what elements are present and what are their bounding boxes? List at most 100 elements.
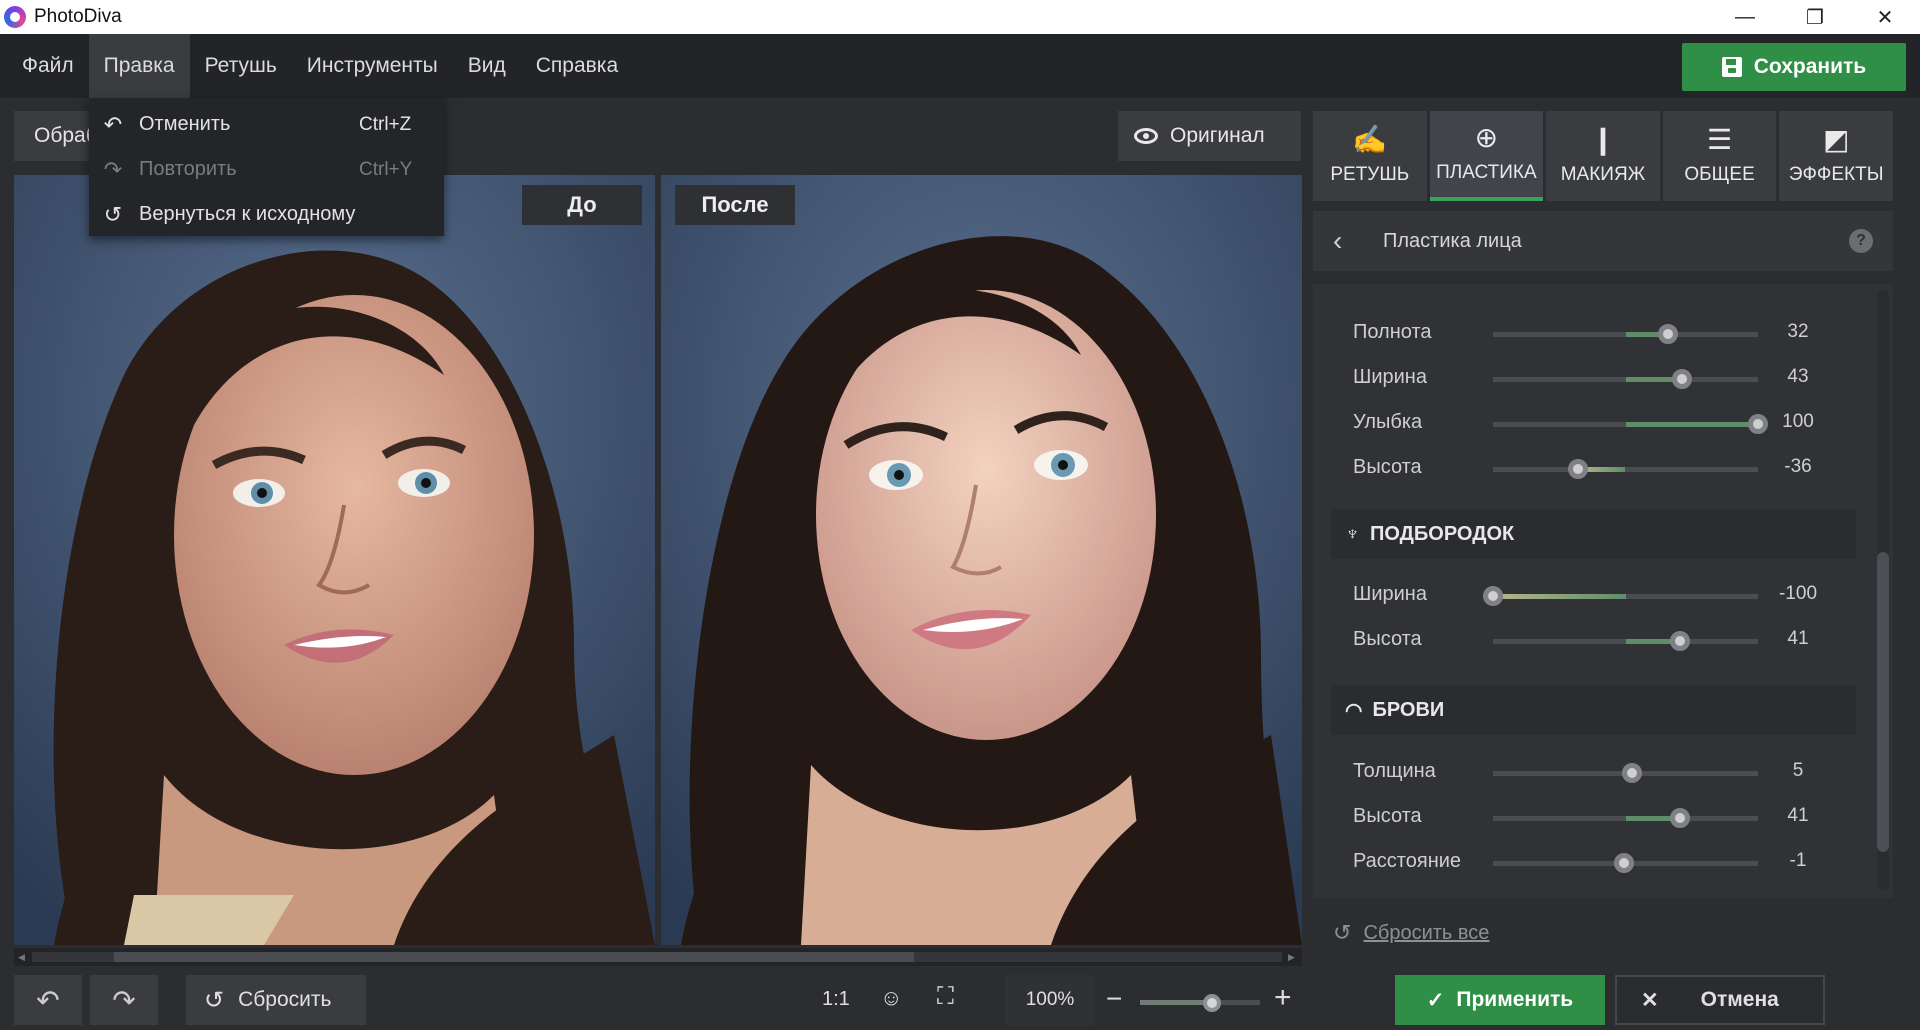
- after-label: После: [675, 185, 795, 225]
- panel-scroll-thumb[interactable]: [1877, 552, 1889, 852]
- tab-plastic[interactable]: ⊕ ПЛАСТИКА: [1429, 111, 1544, 201]
- makeup-icon: ❙: [1591, 124, 1615, 155]
- scroll-left-icon[interactable]: ◀: [18, 952, 28, 962]
- slider-label: Полнота: [1353, 321, 1432, 343]
- tab-label: ЭФФЕКТЫ: [1788, 164, 1884, 185]
- zoom-slider-knob[interactable]: [1203, 994, 1221, 1012]
- fit-screen-icon[interactable]: ⛶: [937, 983, 954, 1011]
- slider-brows-distance: Расстояние -1: [1313, 842, 1873, 882]
- undo-icon: ↶: [36, 984, 60, 1016]
- check-icon: ✓: [1426, 988, 1445, 1012]
- save-button[interactable]: Сохранить: [1682, 43, 1906, 91]
- cancel-button[interactable]: ✕ Отмена: [1615, 975, 1825, 1025]
- slider-track[interactable]: [1483, 586, 1758, 606]
- menu-help[interactable]: Справка: [521, 34, 633, 98]
- slider-knob[interactable]: [1748, 414, 1768, 434]
- menu-item-undo[interactable]: ↶ Отменить Ctrl+Z: [89, 102, 444, 147]
- apply-button[interactable]: ✓ Применить: [1395, 975, 1605, 1025]
- cancel-button-label: Отмена: [1700, 988, 1779, 1011]
- back-chevron-icon[interactable]: ‹: [1333, 225, 1363, 257]
- menu-edit[interactable]: Правка: [88, 34, 190, 98]
- image-canvas[interactable]: До После: [14, 175, 1302, 945]
- slider-track[interactable]: [1493, 853, 1758, 873]
- slider-label: Высота: [1353, 805, 1422, 827]
- tab-makeup[interactable]: ❙ МАКИЯЖ: [1546, 111, 1660, 201]
- slider-track[interactable]: [1493, 369, 1758, 389]
- edit-dropdown-menu: ↶ Отменить Ctrl+Z ↷ Повторить Ctrl+Y ↺ В…: [89, 98, 444, 236]
- slider-track[interactable]: [1493, 631, 1758, 651]
- slider-chin-height: Высота 41: [1313, 620, 1873, 660]
- slider-knob[interactable]: [1483, 586, 1503, 606]
- slider-knob[interactable]: [1672, 369, 1693, 389]
- slider-track[interactable]: [1493, 324, 1758, 344]
- slider-knob[interactable]: [1567, 459, 1588, 479]
- tab-effects[interactable]: ◩ ЭФФЕКТЫ: [1779, 111, 1893, 201]
- before-photo: [14, 175, 655, 945]
- section-brows[interactable]: ◠ БРОВИ: [1331, 685, 1856, 735]
- section-chin[interactable]: ♆ ПОДБОРОДОК: [1331, 509, 1856, 559]
- before-label: До: [522, 185, 642, 225]
- menu-view[interactable]: Вид: [453, 34, 521, 98]
- zoom-slider[interactable]: [1140, 994, 1260, 1012]
- reset-all-link[interactable]: ↺ Сбросить все: [1333, 920, 1489, 946]
- slider-value: 43: [1787, 366, 1809, 387]
- slider-width: Ширина 43: [1313, 358, 1873, 398]
- eye-icon: [1134, 128, 1158, 144]
- slider-fullness: Полнота 32: [1313, 313, 1873, 353]
- close-button[interactable]: ✕: [1850, 0, 1920, 34]
- slider-track[interactable]: [1493, 763, 1758, 783]
- menu-item-revert[interactable]: ↺ Вернуться к исходному: [89, 192, 444, 237]
- slider-track[interactable]: [1493, 808, 1758, 828]
- panel-header: ‹ Пластика лица ?: [1313, 211, 1893, 271]
- face-detect-icon[interactable]: ☺: [880, 985, 902, 1011]
- menu-item-redo[interactable]: ↷ Повторить Ctrl+Y: [89, 147, 444, 192]
- plastic-icon: ⊕: [1474, 122, 1499, 153]
- slider-knob[interactable]: [1669, 631, 1690, 651]
- slider-fill: [1625, 422, 1758, 427]
- tab-general[interactable]: ☰ ОБЩЕЕ: [1662, 111, 1777, 201]
- app-title: PhotoDiva: [34, 6, 122, 27]
- slider-knob[interactable]: [1614, 853, 1635, 873]
- tab-retouch[interactable]: ✍ РЕТУШЬ: [1313, 111, 1427, 201]
- reset-button[interactable]: ↺ Сбросить: [186, 975, 366, 1025]
- slider-track[interactable]: [1493, 459, 1758, 479]
- zoom-out-icon[interactable]: −: [1106, 985, 1122, 1013]
- menu-tools[interactable]: Инструменты: [292, 34, 453, 98]
- menu-file[interactable]: Файл: [0, 34, 89, 98]
- undo-button[interactable]: ↶: [14, 975, 82, 1025]
- slider-knob[interactable]: [1657, 324, 1678, 344]
- slider-label: Ширина: [1353, 366, 1427, 388]
- slider-value: -36: [1784, 456, 1812, 477]
- horizontal-scrollbar[interactable]: ◀ ▶: [14, 948, 1302, 966]
- redo-button[interactable]: ↷: [90, 975, 158, 1025]
- slider-knob[interactable]: [1669, 808, 1690, 828]
- help-icon[interactable]: ?: [1849, 229, 1873, 253]
- slider-label: Расстояние: [1353, 850, 1462, 872]
- menu-item-label: Повторить: [139, 158, 237, 180]
- reset-all-label: Сбросить все: [1363, 921, 1490, 944]
- original-toggle-button[interactable]: Оригинал: [1118, 111, 1301, 161]
- zoom-actual-size-button[interactable]: 1:1: [822, 988, 850, 1011]
- slider-value: -1: [1789, 850, 1807, 871]
- zoom-in-icon[interactable]: +: [1274, 983, 1292, 1013]
- slider-value: -100: [1778, 583, 1818, 604]
- shortcut-label: Ctrl+Z: [359, 113, 412, 135]
- slider-brows-thickness: Толщина 5: [1313, 752, 1873, 792]
- reset-button-label: Сбросить: [238, 988, 332, 1011]
- slider-value: 5: [1792, 760, 1804, 781]
- scroll-right-icon[interactable]: ▶: [1288, 952, 1298, 962]
- panel-scrollbar[interactable]: [1877, 290, 1889, 890]
- adjustment-panel: Полнота 32 Ширина 43 Улыбка 100 Высота -…: [1313, 284, 1893, 898]
- slider-label: Высота: [1353, 628, 1422, 650]
- zoom-value: 100%: [1005, 975, 1095, 1025]
- undo-icon: ↶: [103, 112, 123, 137]
- sliders-icon: ☰: [1707, 124, 1733, 155]
- slider-value: 41: [1787, 805, 1809, 826]
- slider-track[interactable]: [1493, 414, 1768, 434]
- revert-icon: ↺: [103, 202, 123, 227]
- restore-button[interactable]: ❐: [1780, 0, 1850, 34]
- slider-knob[interactable]: [1622, 763, 1643, 783]
- menu-retouch[interactable]: Ретушь: [190, 34, 292, 98]
- scroll-thumb[interactable]: [114, 952, 914, 962]
- minimize-button[interactable]: —: [1710, 0, 1780, 34]
